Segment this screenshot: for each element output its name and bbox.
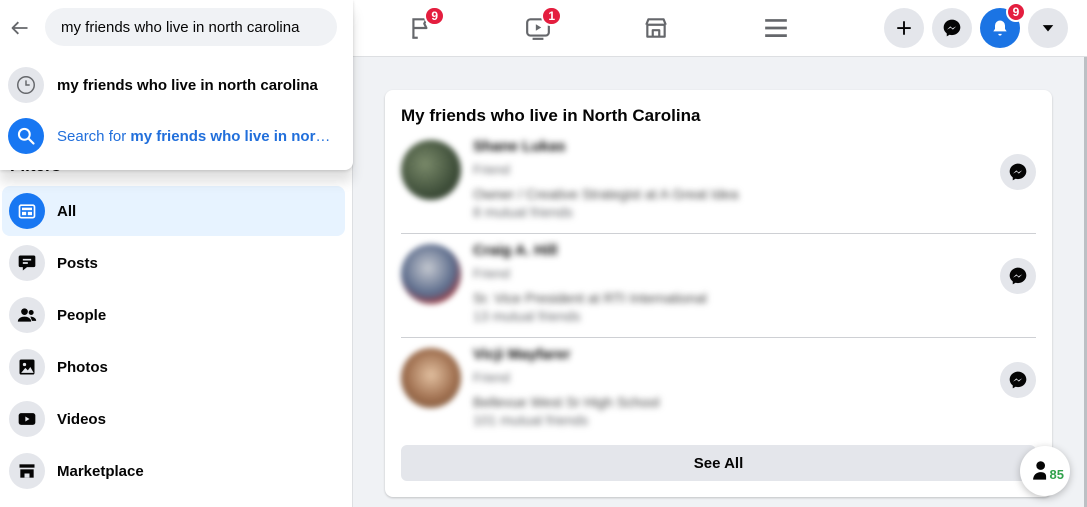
videos-icon: [9, 401, 45, 437]
messenger-icon: [943, 19, 961, 37]
filter-marketplace[interactable]: Marketplace: [2, 446, 345, 496]
message-button[interactable]: [1000, 154, 1036, 190]
filter-label: Posts: [57, 254, 98, 272]
suggestion-recent[interactable]: my friends who live in north carolina: [8, 63, 338, 107]
person-relation: Friend: [473, 162, 510, 177]
photos-icon: [9, 349, 45, 385]
filter-posts[interactable]: Posts: [2, 238, 345, 288]
filter-label: People: [57, 306, 107, 324]
person-mutual-friends: 8 mutual friends: [473, 204, 573, 220]
hamburger-icon: [765, 19, 787, 37]
shop-icon: [645, 18, 667, 38]
person-relation: Friend: [473, 266, 510, 281]
result-person-row[interactable]: Shane Lukas Friend Owner / Creative Stra…: [401, 130, 1036, 234]
suggestion-text: my friends who live in north carolina: [57, 76, 318, 94]
result-person-row[interactable]: Vicji Mayfarer Friend Bellevue West Sr H…: [401, 338, 1036, 442]
arrow-left-icon: [11, 21, 28, 35]
filter-label: Marketplace: [57, 462, 144, 480]
filter-label: Videos: [57, 410, 106, 428]
filter-photos[interactable]: Photos: [2, 342, 345, 392]
notifications-badge: 9: [1006, 2, 1026, 22]
notifications-button[interactable]: 9: [980, 2, 1026, 48]
suggestion-search-for[interactable]: Search for my friends who live in nort..…: [8, 114, 338, 158]
see-all-button[interactable]: See All: [401, 445, 1036, 481]
plus-icon: [897, 21, 911, 35]
suggestion-prefix: Search for: [57, 127, 131, 145]
message-button[interactable]: [1000, 362, 1036, 398]
avatar[interactable]: [401, 348, 461, 408]
suggestion-text: Search for my friends who live in nort..…: [57, 128, 332, 145]
search-dropdown: my friends who live in north carolina Se…: [0, 0, 353, 170]
online-contacts-count: 85: [1049, 467, 1064, 482]
person-name[interactable]: Vicji Mayfarer: [473, 346, 570, 363]
contacts-chat-button[interactable]: 85: [1020, 446, 1070, 496]
nav-menu-button[interactable]: [756, 8, 796, 48]
search-input[interactable]: [45, 8, 337, 46]
avatar[interactable]: [401, 140, 461, 200]
filter-label: All: [57, 202, 77, 220]
suggestion-query: my friends who live in nort...: [130, 127, 332, 145]
messenger-icon: [1009, 371, 1027, 389]
clock-icon: [8, 67, 44, 103]
avatar[interactable]: [401, 244, 461, 304]
create-button[interactable]: [884, 8, 924, 48]
messenger-icon: [1009, 267, 1027, 285]
result-person-row[interactable]: Craig A. Hill Friend Sr. Vice President …: [401, 234, 1036, 338]
nav-watch-button[interactable]: 1: [518, 6, 562, 48]
person-name[interactable]: Shane Lukas: [473, 138, 566, 155]
person-info: Sr. Vice President at RTI International: [473, 290, 707, 306]
posts-icon: [9, 245, 45, 281]
marketplace-icon: [9, 453, 45, 489]
nav-pages-button[interactable]: 9: [401, 6, 445, 48]
account-menu-button[interactable]: [1028, 8, 1068, 48]
caret-down-icon: [1042, 25, 1054, 32]
filter-label: Photos: [57, 358, 108, 376]
search-icon: [8, 118, 44, 154]
feed-icon: [9, 193, 45, 229]
message-button[interactable]: [1000, 258, 1036, 294]
person-mutual-friends: 13 mutual friends: [473, 308, 581, 324]
filter-all[interactable]: All: [2, 186, 345, 236]
results-card: My friends who live in North Carolina Sh…: [385, 90, 1052, 497]
people-icon: [9, 297, 45, 333]
filter-videos[interactable]: Videos: [2, 394, 345, 444]
person-info: Owner / Creative Strategist at A Great I…: [473, 186, 739, 202]
results-title: My friends who live in North Carolina: [401, 106, 701, 125]
person-relation: Friend: [473, 370, 510, 385]
filter-people[interactable]: People: [2, 290, 345, 340]
back-button[interactable]: [4, 10, 36, 46]
bell-icon: [993, 20, 1007, 36]
person-name[interactable]: Craig A. Hill: [473, 242, 557, 259]
messenger-icon: [1009, 163, 1027, 181]
person-info: Bellevue West Sr High School: [473, 394, 660, 410]
watch-badge: 1: [541, 6, 562, 26]
pages-badge: 9: [424, 6, 445, 26]
messenger-button[interactable]: [932, 8, 972, 48]
person-mutual-friends: 101 mutual friends: [473, 412, 589, 428]
nav-marketplace-button[interactable]: [636, 8, 676, 48]
top-navigation-bar: 9 1 9: [353, 0, 1087, 57]
